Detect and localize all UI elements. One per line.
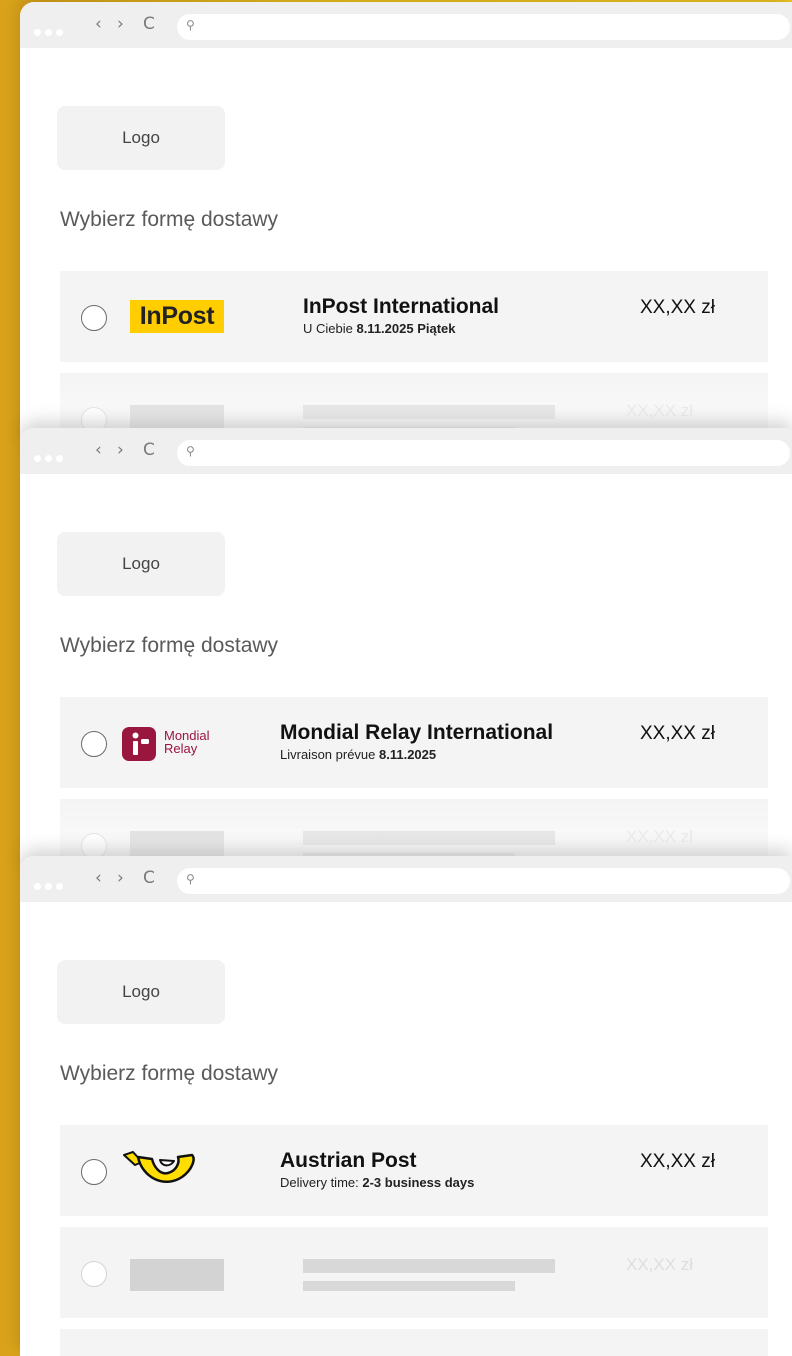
delivery-date: Livraison prévue 8.11.2025 [280,747,437,762]
radio-button[interactable] [81,1159,107,1185]
forward-icon[interactable]: › [117,868,124,888]
reload-icon[interactable]: C [143,14,155,34]
search-icon: ⚲ [186,872,195,886]
browser-window-inpost: ‹ › C ⚲ Logo Wybierz formę dostawy InPos… [20,2,792,442]
price: XX,XX zł [640,297,715,318]
back-icon[interactable]: ‹ [95,868,102,888]
placeholder-line [303,831,555,845]
carrier-name: InPost International [303,295,500,318]
back-icon[interactable]: ‹ [95,440,102,460]
inpost-logo-icon: InPost [130,300,224,333]
logo-label: Logo [122,554,160,573]
delivery-option-placeholder[interactable]: XX,XX zł [60,1329,768,1356]
search-icon: ⚲ [186,18,195,32]
placeholder-price: XX,XX zł [626,401,694,420]
back-icon[interactable]: ‹ [95,14,102,34]
window-controls[interactable] [34,449,67,467]
search-icon: ⚲ [186,444,195,458]
section-title: Wybierz formę dostawy [60,1062,279,1085]
window-controls[interactable] [34,877,67,895]
mondial-relay-mark [122,727,156,761]
reload-icon[interactable]: C [143,440,155,460]
logo-placeholder: Logo [57,960,225,1024]
delivery-date: U Ciebie 8.11.2025 Piątek [303,321,456,336]
forward-icon[interactable]: › [117,14,124,34]
placeholder-line [303,1281,515,1291]
forward-icon[interactable]: › [117,440,124,460]
section-title: Wybierz formę dostawy [60,208,279,231]
radio-button[interactable] [81,1261,107,1287]
price: XX,XX zł [640,723,715,744]
address-bar[interactable]: ⚲ [177,440,790,466]
browser-toolbar: ‹ › C ⚲ [20,856,792,902]
price: XX,XX zł [640,1151,715,1172]
placeholder-price: XX,XX zł [626,1255,694,1274]
logo-label: Logo [122,982,160,1001]
address-bar[interactable]: ⚲ [177,14,790,40]
radio-button[interactable] [81,731,107,757]
delivery-option-mondial-relay[interactable]: Mondial Relay Mondial Relay Internationa… [60,697,768,788]
logo-placeholder: Logo [57,106,225,170]
section-title: Wybierz formę dostawy [60,634,279,657]
delivery-option-inpost[interactable]: InPost InPost International U Ciebie 8.1… [60,271,768,362]
address-bar[interactable]: ⚲ [177,868,790,894]
radio-button[interactable] [81,305,107,331]
placeholder-logo [130,1259,224,1291]
browser-window-austrian-post: ‹ › C ⚲ Logo Wybierz formę dostawy Austr… [20,856,792,1356]
placeholder-line [303,1259,555,1273]
browser-toolbar: ‹ › C ⚲ [20,2,792,48]
browser-window-mondial-relay: ‹ › C ⚲ Logo Wybierz formę dostawy Mondi… [20,428,792,868]
browser-toolbar: ‹ › C ⚲ [20,428,792,474]
logo-placeholder: Logo [57,532,225,596]
mondial-relay-wordmark: Mondial Relay [164,728,210,756]
delivery-time: Delivery time: 2-3 business days [280,1175,475,1190]
carrier-name: Mondial Relay International [280,721,554,744]
logo-label: Logo [122,128,160,147]
window-controls[interactable] [34,23,67,41]
austrian-post-horn-icon [122,1147,202,1195]
carrier-name: Austrian Post [280,1149,417,1172]
placeholder-price: XX,XX zł [626,827,694,846]
delivery-option-austrian-post[interactable]: Austrian Post Delivery time: 2-3 busines… [60,1125,768,1216]
mondial-relay-logo-icon: Mondial Relay [122,727,232,763]
reload-icon[interactable]: C [143,868,155,888]
placeholder-line [303,405,555,419]
delivery-option-placeholder[interactable]: XX,XX zł [60,1227,768,1318]
